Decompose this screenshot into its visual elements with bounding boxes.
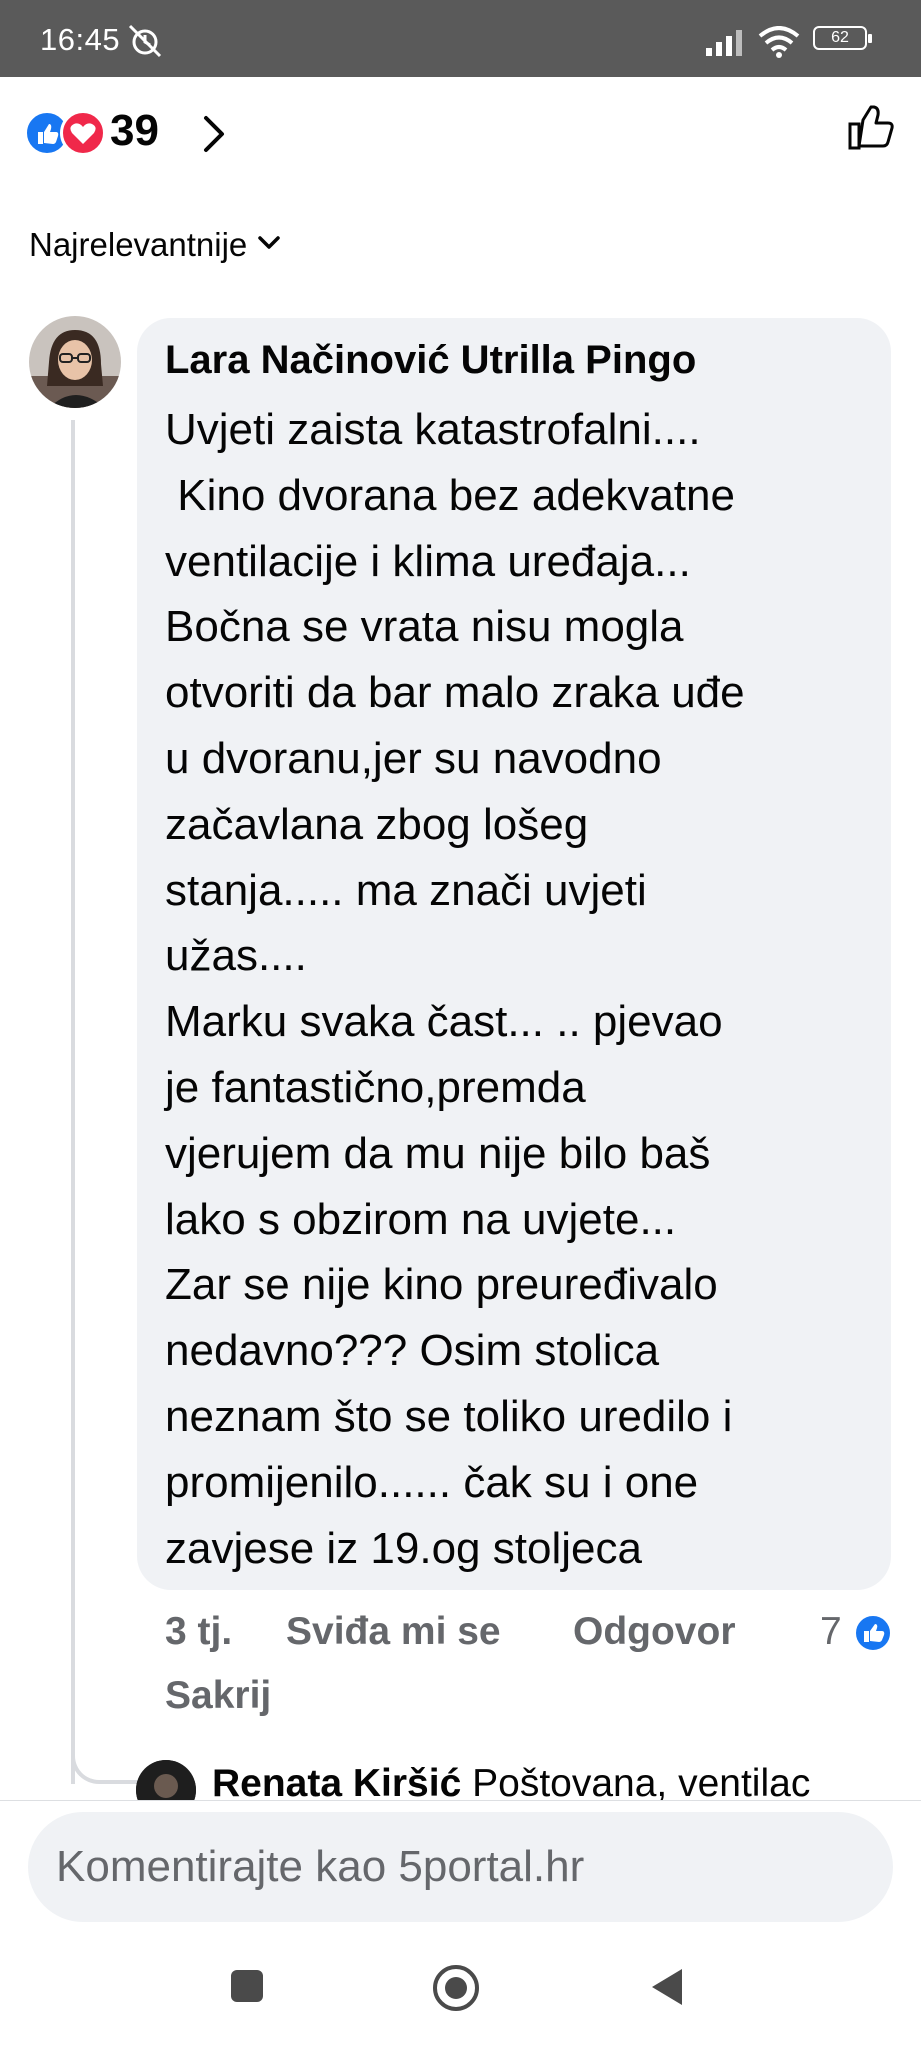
back-icon[interactable] [648,1966,686,2008]
avatar[interactable] [29,316,121,408]
comment-timestamp: 3 tj. [165,1610,233,1653]
reply-author[interactable]: Renata Kiršić [212,1762,461,1805]
reply-button[interactable]: Odgovor [573,1610,736,1654]
wifi-icon [758,26,800,58]
sort-dropdown[interactable]: Najrelevantnije [29,226,247,264]
home-icon[interactable] [432,1964,480,2012]
thread-line [71,420,75,1784]
comment-line: začavlana zbog lošeg [165,799,589,849]
like-outline-icon[interactable] [846,102,898,154]
comment-line: stanja..... ma znači uvjeti [165,865,647,915]
comment-line: lako s obzirom na uvjete... [165,1194,677,1244]
comment-line: Zar se nije kino preuređivalo [165,1260,718,1310]
reactions-summary[interactable]: 39 [24,104,904,160]
comment-like-count[interactable]: 7 [820,1610,842,1654]
thread-connector [71,1720,139,1784]
like-action-button[interactable]: Sviđa mi se [286,1610,501,1654]
comment-line: Marku svaka čast... .. pjevao [165,997,723,1047]
comment-text: Uvjeti zaista katastrofalni.... Kino dvo… [165,397,885,1581]
comment-line: zavjese iz 19.og stoljeca [165,1523,642,1573]
reply-text: Poštovana, ventilac [472,1762,811,1805]
comment-line: promijenilo...... čak su i one [165,1457,699,1507]
comment-author[interactable]: Lara Načinović Utrilla Pingo [165,338,696,383]
comment-line: Uvjeti zaista katastrofalni.... [165,405,701,454]
comment-line: neznam što se toliko uredilo i [165,1391,733,1441]
comment-composer[interactable] [28,1812,893,1922]
comment-line: je fantastično,premda [165,1062,586,1112]
recent-apps-icon[interactable] [229,1968,265,2004]
comment-line: otvoriti da bar malo zraka uđe [165,668,745,718]
battery-indicator: 62 [813,26,872,50]
comment-line: Bočna se vrata nisu mogla [165,602,684,652]
signal-icon [706,30,742,56]
reaction-count: 39 [110,106,159,155]
status-bar: 16:45 62 [0,0,921,77]
chevron-down-icon[interactable] [258,236,280,250]
comment-line: užas.... [165,931,307,981]
comment-input[interactable] [56,1812,856,1922]
like-badge-icon [854,1614,892,1652]
comment-line: vjerujem da mu nije bilo baš [165,1128,711,1178]
comment-line: u dvoranu,jer su navodno [165,733,662,783]
comment-line: ventilacije i klima uređaja... [165,536,691,586]
comment-line: nedavno??? Osim stolica [165,1326,660,1376]
alarm-off-icon [128,24,162,58]
chevron-right-icon [204,116,224,152]
system-navbar [0,1940,921,2048]
status-time: 16:45 [40,22,121,57]
love-icon [60,110,106,156]
comment-line: Kino dvorana bez adekvatne [165,470,735,520]
hide-button[interactable]: Sakrij [165,1674,271,1718]
